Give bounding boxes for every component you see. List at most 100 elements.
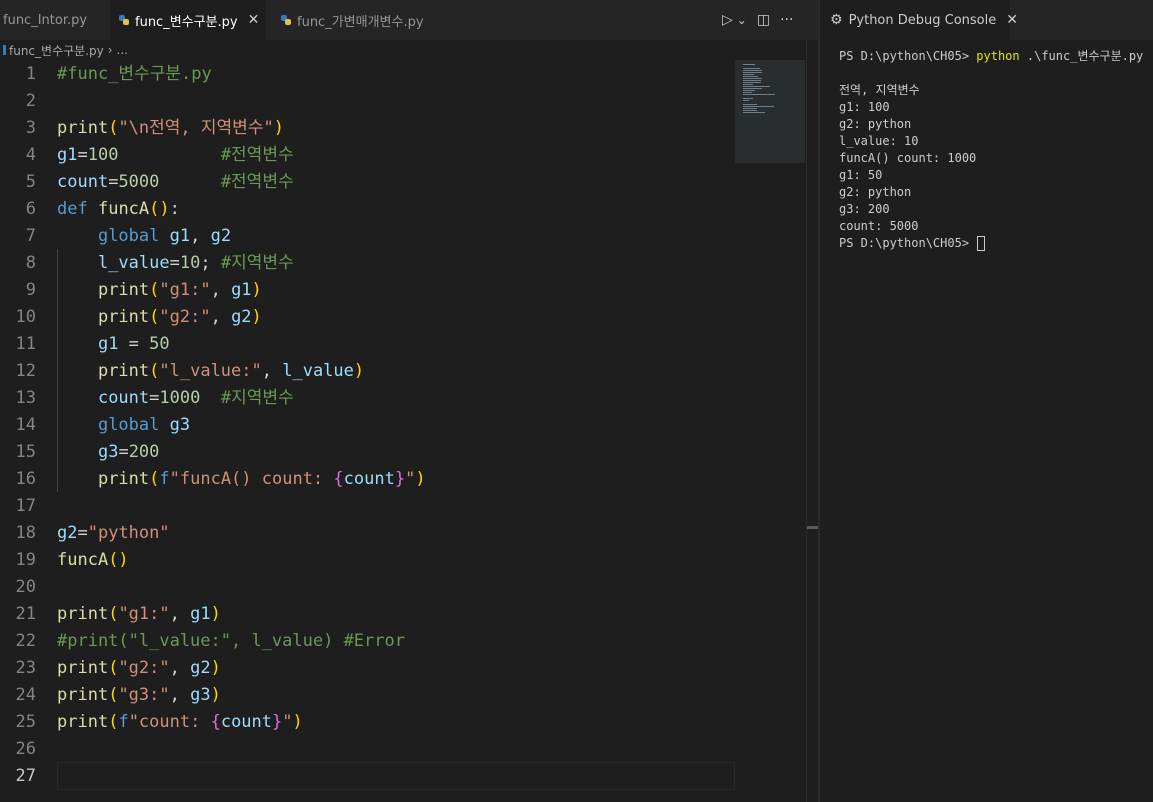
minimap[interactable]: [735, 60, 805, 163]
code-token: ,: [261, 361, 283, 381]
code-text: funcA(): [57, 547, 129, 574]
line-number: 9: [25, 280, 36, 300]
code-text: global g1, g2: [57, 223, 231, 250]
code-token: g1: [57, 145, 78, 165]
tab-func-variable-scope[interactable]: func_변수구분.py ✕: [111, 0, 266, 40]
code-line: 16 print(f"funcA() count: {count}"): [0, 466, 735, 493]
split-editor-icon[interactable]: ◫: [757, 12, 770, 28]
code-token: l_value: [97, 253, 170, 273]
minimap-line: [743, 82, 761, 83]
minimap-line: [743, 68, 761, 69]
tab-label: func_Intor.py: [3, 12, 88, 28]
terminal-command-line: PS D:\python\CH05> python .\func_변수구분.py: [839, 48, 1143, 65]
code-token: ): [415, 469, 426, 489]
terminal-output[interactable]: PS D:\python\CH05> python .\func_변수구분.py…: [839, 48, 1143, 252]
code-token: #지역변수: [220, 253, 294, 273]
debug-icon: ⚙: [830, 12, 843, 28]
line-number: 6: [25, 199, 36, 219]
line-number: 21: [15, 604, 36, 624]
code-token: "count:: [128, 712, 211, 732]
debug-console-panel: ⚙ Python Debug Console ✕ PS D:\python\CH…: [820, 0, 1153, 802]
code-token: (: [149, 361, 160, 381]
code-token: =: [108, 172, 119, 192]
minimap-line: [743, 70, 762, 71]
line-number: 15: [15, 442, 36, 462]
tab-python-debug-console[interactable]: ⚙ Python Debug Console ✕: [820, 0, 1018, 40]
panel-tab-bar: ⚙ Python Debug Console ✕: [820, 0, 1153, 40]
code-token: ,: [169, 604, 191, 624]
code-token: #전역변수: [220, 145, 294, 165]
code-token: (): [149, 199, 170, 219]
code-token: print: [57, 118, 109, 138]
breadcrumb-file[interactable]: func_변수구분.py: [9, 42, 104, 59]
code-line: 12 print("l_value:", l_value): [0, 358, 735, 385]
code-line: 7 global g1, g2: [0, 223, 735, 250]
code-line: 10 print("g2:", g2): [0, 304, 735, 331]
tab-label: func_가변매개변수.py: [297, 14, 424, 30]
minimap-line: [743, 72, 762, 73]
terminal-line: g2: python: [839, 185, 912, 199]
python-file-icon: [119, 15, 129, 25]
line-number: 12: [15, 361, 36, 381]
code-token: #전역변수: [220, 172, 294, 192]
code-line: 19 funcA(): [0, 547, 735, 574]
code-token: f: [159, 469, 170, 489]
code-line: 6 def funcA():: [0, 196, 735, 223]
panel-tab-label: Python Debug Console: [848, 12, 997, 28]
code-editor[interactable]: 1 #func_변수구분.py 2 3 print("\n전역, 지역변수") 4 g1=1…: [0, 60, 806, 802]
code-line: 20: [0, 574, 735, 601]
code-token: =: [77, 523, 88, 543]
code-token: print: [57, 685, 109, 705]
code-line: 22 #print("l_value:", l_value) #Error: [0, 628, 735, 655]
code-line: 9 print("g1:", g1): [0, 277, 735, 304]
line-number: 17: [15, 496, 36, 516]
more-actions-icon[interactable]: ···: [780, 12, 793, 28]
code-token: =: [118, 442, 129, 462]
code-line: 27: [0, 763, 735, 790]
close-icon[interactable]: ✕: [1006, 12, 1018, 28]
minimap-line: [743, 64, 755, 65]
code-token: 1000: [159, 388, 201, 408]
minimap-line: [743, 94, 776, 95]
minimap-line: [743, 110, 758, 111]
minimap-line: [743, 90, 755, 91]
tab-func-variadic-params[interactable]: func_가변매개변수.py: [267, 0, 450, 40]
line-number: 3: [25, 118, 36, 138]
code-token: print: [97, 469, 150, 489]
chevron-down-icon[interactable]: ⌄: [737, 13, 747, 27]
close-icon[interactable]: ✕: [248, 12, 260, 28]
code-token: ): [292, 712, 303, 732]
editor-scrollbar[interactable]: [806, 40, 819, 802]
code-text: g1=100 #전역변수: [57, 142, 294, 169]
code-token: "g2:": [118, 658, 170, 678]
code-token: global: [97, 226, 160, 246]
code-token: ": [282, 712, 293, 732]
code-token: count: [343, 469, 395, 489]
code-token: count: [97, 388, 150, 408]
code-token: "g2:": [159, 307, 211, 327]
code-text: #print("l_value:", l_value) #Error: [57, 628, 405, 655]
code-token: g1: [231, 280, 252, 300]
run-icon[interactable]: ▷: [722, 12, 733, 28]
line-number: 4: [25, 145, 36, 165]
tab-func-intor[interactable]: func_Intor.py: [0, 0, 110, 40]
code-token: ,: [190, 226, 211, 246]
code-token: (: [149, 469, 160, 489]
breadcrumb-symbols[interactable]: ...: [117, 43, 128, 57]
code-text: global g3: [57, 412, 190, 439]
line-number: 18: [15, 523, 36, 543]
minimap-line: [743, 78, 762, 79]
line-number: 2: [25, 91, 36, 111]
code-token: }: [394, 469, 406, 489]
code-token: =: [118, 334, 150, 354]
code-token: {: [210, 712, 221, 732]
terminal-prompt-line: PS D:\python\CH05>: [839, 235, 1143, 252]
code-line: 2: [0, 88, 735, 115]
code-line: 23 print("g2:", g2): [0, 655, 735, 682]
